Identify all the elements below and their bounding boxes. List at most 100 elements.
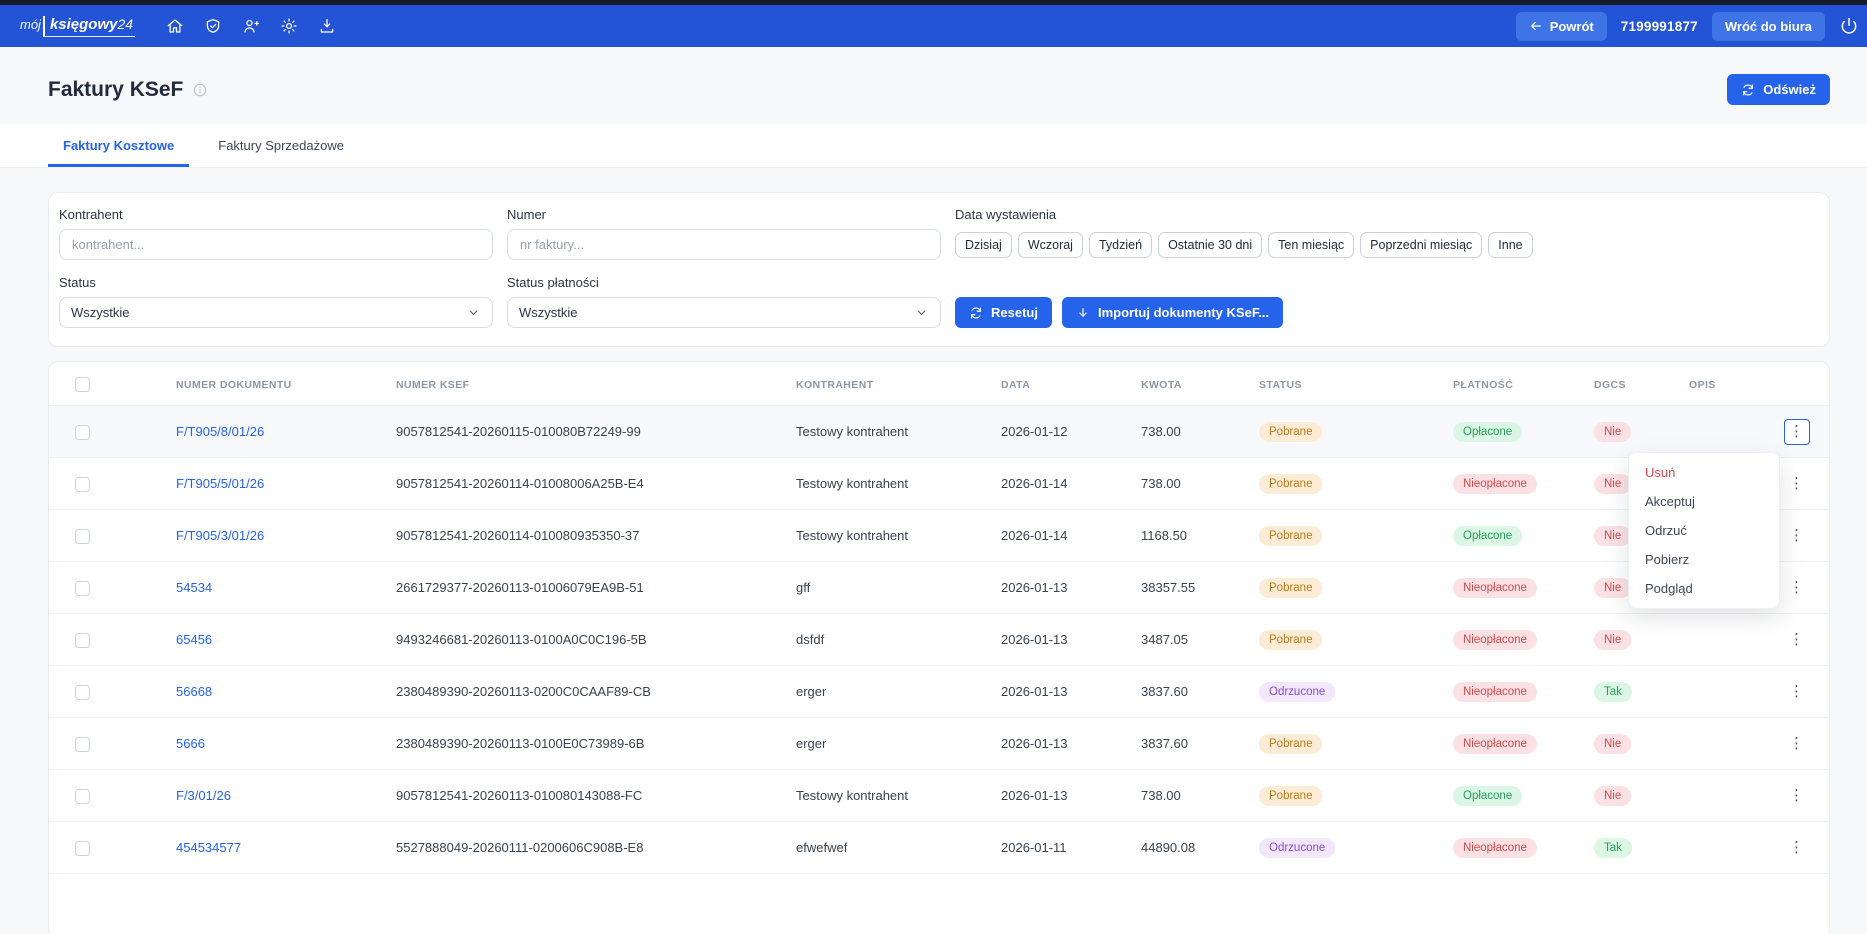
tab-faktury-kosztowe[interactable]: Faktury Kosztowe bbox=[48, 124, 189, 167]
kebab-icon: ⋮ bbox=[1789, 683, 1804, 700]
document-number-link[interactable]: F/T905/5/01/26 bbox=[176, 476, 264, 491]
row-checkbox[interactable] bbox=[75, 477, 90, 492]
table-row: 566682380489390-20260113-0200C0CAAF89-CB… bbox=[49, 666, 1829, 718]
row-actions-button[interactable]: ⋮ bbox=[1784, 627, 1810, 653]
filter-data-wystawienia: Data wystawienia Dzisiaj Wczoraj Tydzień… bbox=[955, 207, 1533, 260]
row-checkbox[interactable] bbox=[75, 529, 90, 544]
invoice-number-input[interactable] bbox=[507, 229, 941, 260]
document-number-link[interactable]: 5666 bbox=[176, 736, 205, 751]
chip-ten-miesiac[interactable]: Ten miesiąc bbox=[1268, 232, 1354, 258]
back-button-label: Powrót bbox=[1550, 19, 1594, 34]
document-number-link[interactable]: 54534 bbox=[176, 580, 212, 595]
shield-check-icon[interactable] bbox=[199, 12, 227, 40]
document-number-link[interactable]: F/T905/3/01/26 bbox=[176, 528, 264, 543]
row-actions-button[interactable]: ⋮ bbox=[1784, 575, 1810, 601]
row-checkbox[interactable] bbox=[75, 841, 90, 856]
navbar-icons bbox=[161, 12, 341, 40]
row-checkbox[interactable] bbox=[75, 581, 90, 596]
reset-button[interactable]: Resetuj bbox=[955, 297, 1052, 328]
menu-item-usun[interactable]: Usuń bbox=[1629, 458, 1779, 487]
col-dgcs: DGCS bbox=[1594, 362, 1689, 406]
menu-item-odrzuc[interactable]: Odrzuć bbox=[1629, 516, 1779, 545]
ksef-number: 2380489390-20260113-0100E0C73989-6B bbox=[396, 718, 796, 770]
row-actions-button[interactable]: ⋮ bbox=[1784, 679, 1810, 705]
arrow-down-icon bbox=[1076, 306, 1090, 320]
kebab-icon: ⋮ bbox=[1789, 787, 1804, 804]
row-actions-button[interactable]: ⋮ bbox=[1784, 783, 1810, 809]
download-icon[interactable] bbox=[313, 12, 341, 40]
row-actions-button[interactable]: ⋮ bbox=[1784, 471, 1810, 497]
row-actions-button[interactable]: ⋮ bbox=[1784, 835, 1810, 861]
payment-status-select[interactable]: Wszystkie bbox=[507, 297, 941, 328]
amount-cell: 3837.60 bbox=[1141, 718, 1259, 770]
row-checkbox[interactable] bbox=[75, 789, 90, 804]
power-icon[interactable] bbox=[1839, 15, 1861, 37]
menu-item-podglad[interactable]: Podgląd bbox=[1629, 574, 1779, 603]
chip-inne[interactable]: Inne bbox=[1488, 232, 1532, 258]
top-navbar: mójksięgowy24 Powrót 7199991877 Wróć do … bbox=[0, 5, 1867, 47]
menu-item-akceptuj[interactable]: Akceptuj bbox=[1629, 487, 1779, 516]
contractor-cell: Testowy kontrahent bbox=[796, 510, 1001, 562]
kontrahent-input[interactable] bbox=[59, 229, 493, 260]
info-icon[interactable] bbox=[192, 82, 208, 98]
select-all-checkbox[interactable] bbox=[75, 377, 90, 392]
amount-cell: 738.00 bbox=[1141, 406, 1259, 458]
kebab-icon: ⋮ bbox=[1789, 735, 1804, 752]
chip-ostatnie-30-dni[interactable]: Ostatnie 30 dni bbox=[1158, 232, 1262, 258]
filter-row-2: Status Wszystkie Status płatności Wszyst… bbox=[59, 275, 1819, 328]
dgcs-badge: Tak bbox=[1594, 838, 1632, 858]
kebab-icon: ⋮ bbox=[1789, 475, 1804, 492]
document-number-link[interactable]: F/T905/8/01/26 bbox=[176, 424, 264, 439]
contractor-cell: erger bbox=[796, 666, 1001, 718]
table-row: 65456 9493246681-20260113-0100A0C0C196-5B… bbox=[49, 614, 1829, 666]
tab-faktury-sprzedazowe[interactable]: Faktury Sprzedażowe bbox=[203, 124, 359, 167]
row-checkbox[interactable] bbox=[75, 737, 90, 752]
ksef-number: 9493246681-20260113-0100A0C0C196-5B bbox=[396, 614, 796, 666]
kontrahent-label: Kontrahent bbox=[59, 207, 493, 222]
refresh-button[interactable]: Odśwież bbox=[1727, 74, 1830, 105]
status-select-value: Wszystkie bbox=[71, 305, 130, 320]
dgcs-badge: Nie bbox=[1594, 734, 1631, 754]
document-number-link[interactable]: F/3/01/26 bbox=[176, 788, 231, 803]
return-to-office-button[interactable]: Wróć do biura bbox=[1712, 12, 1825, 41]
filter-status: Status Wszystkie bbox=[59, 275, 493, 328]
payment-badge: Nieopłacone bbox=[1453, 474, 1537, 494]
status-label: Status bbox=[59, 275, 493, 290]
row-checkbox[interactable] bbox=[75, 633, 90, 648]
chip-dzisiaj[interactable]: Dzisiaj bbox=[955, 232, 1012, 258]
menu-item-pobierz[interactable]: Pobierz bbox=[1629, 545, 1779, 574]
date-label: Data wystawienia bbox=[955, 207, 1533, 222]
app-logo[interactable]: mójksięgowy24 bbox=[20, 16, 135, 37]
import-ksef-button[interactable]: Importuj dokumenty KSeF... bbox=[1062, 297, 1283, 328]
row-actions-button[interactable]: ⋮ bbox=[1784, 731, 1810, 757]
row-actions-button[interactable]: ⋮ bbox=[1784, 419, 1810, 445]
row-checkbox[interactable] bbox=[75, 425, 90, 440]
date-cell: 2026-01-14 bbox=[1001, 510, 1141, 562]
document-number-link[interactable]: 454534577 bbox=[176, 840, 241, 855]
document-number-link[interactable]: 65456 bbox=[176, 632, 212, 647]
table-row: 4545345775527888049-20260111-0200606C908… bbox=[49, 822, 1829, 874]
payment-badge: Nieopłacone bbox=[1453, 630, 1537, 650]
date-cell: 2026-01-14 bbox=[1001, 458, 1141, 510]
row-actions-button[interactable]: ⋮ bbox=[1784, 523, 1810, 549]
office-button-label: Wróć do biura bbox=[1725, 19, 1812, 34]
back-button[interactable]: Powrót bbox=[1516, 12, 1607, 41]
chip-wczoraj[interactable]: Wczoraj bbox=[1018, 232, 1083, 258]
document-number-link[interactable]: 56668 bbox=[176, 684, 212, 699]
status-badge: Pobrane bbox=[1259, 630, 1322, 650]
status-select[interactable]: Wszystkie bbox=[59, 297, 493, 328]
row-checkbox[interactable] bbox=[75, 685, 90, 700]
dgcs-badge: Nie bbox=[1594, 526, 1631, 546]
col-numer-dokumentu: NUMER DOKUMENTU bbox=[176, 362, 396, 406]
amount-cell: 738.00 bbox=[1141, 770, 1259, 822]
chip-poprzedni-miesiac[interactable]: Poprzedni miesiąc bbox=[1360, 232, 1482, 258]
home-icon[interactable] bbox=[161, 12, 189, 40]
refresh-icon bbox=[969, 306, 983, 320]
chip-tydzien[interactable]: Tydzień bbox=[1089, 232, 1152, 258]
payment-status-select-value: Wszystkie bbox=[519, 305, 578, 320]
gear-icon[interactable] bbox=[275, 12, 303, 40]
date-cell: 2026-01-13 bbox=[1001, 562, 1141, 614]
refresh-icon bbox=[1741, 83, 1755, 97]
user-plus-icon[interactable] bbox=[237, 12, 265, 40]
invoice-table-card: NUMER DOKUMENTU NUMER KSEF KONTRAHENT DA… bbox=[48, 361, 1830, 934]
